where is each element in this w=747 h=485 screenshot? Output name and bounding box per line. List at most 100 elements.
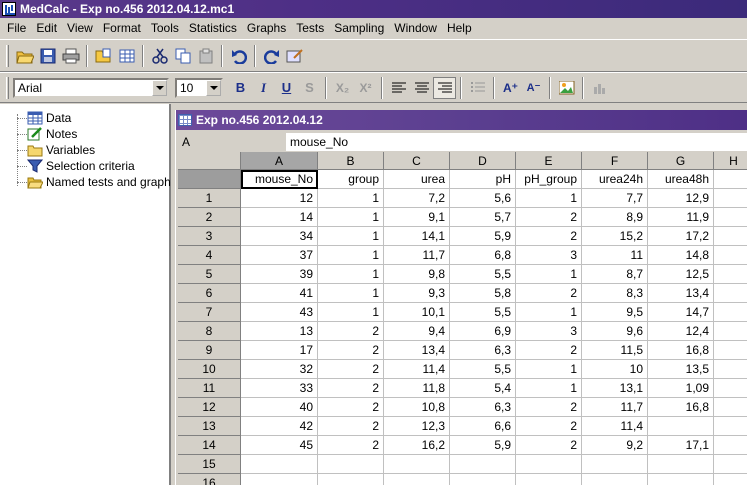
- data-cell[interactable]: 6,8: [450, 246, 516, 265]
- align-center-icon[interactable]: [410, 77, 433, 99]
- data-cell[interactable]: 2: [318, 436, 384, 455]
- column-header-e[interactable]: E: [516, 152, 582, 170]
- row-header[interactable]: 6: [178, 284, 241, 303]
- data-cell[interactable]: 2: [516, 208, 582, 227]
- data-cell[interactable]: 10: [582, 360, 648, 379]
- data-cell[interactable]: 5,4: [450, 379, 516, 398]
- column-header-f[interactable]: F: [582, 152, 648, 170]
- data-cell[interactable]: 14,8: [648, 246, 714, 265]
- data-cell[interactable]: [450, 474, 516, 485]
- redo-icon[interactable]: [260, 45, 283, 67]
- superscript-button[interactable]: X²: [354, 77, 377, 99]
- cell-content-input[interactable]: mouse_No: [286, 133, 747, 151]
- data-cell[interactable]: [450, 455, 516, 474]
- row-header[interactable]: 1: [178, 189, 241, 208]
- data-cell[interactable]: 9,1: [384, 208, 450, 227]
- row-header[interactable]: 15: [178, 455, 241, 474]
- data-cell[interactable]: 1: [318, 265, 384, 284]
- cut-icon[interactable]: [148, 45, 171, 67]
- data-cell[interactable]: 8,9: [582, 208, 648, 227]
- data-cell[interactable]: [318, 455, 384, 474]
- data-cell[interactable]: 9,6: [582, 322, 648, 341]
- edit-image-icon[interactable]: [283, 45, 306, 67]
- variable-name-cell[interactable]: mouse_No: [241, 170, 318, 189]
- data-cell[interactable]: [714, 436, 747, 455]
- open-folder-icon[interactable]: [13, 45, 36, 67]
- menu-tests[interactable]: Tests: [291, 19, 329, 37]
- row-header[interactable]: 5: [178, 265, 241, 284]
- data-cell[interactable]: 43: [241, 303, 318, 322]
- row-header[interactable]: 16: [178, 474, 241, 485]
- data-cell[interactable]: 6,6: [450, 417, 516, 436]
- underline-button[interactable]: U: [275, 77, 298, 99]
- row-header[interactable]: 12: [178, 398, 241, 417]
- data-cell[interactable]: 2: [516, 398, 582, 417]
- subscript-button[interactable]: X₂: [331, 77, 354, 99]
- data-cell[interactable]: 5,5: [450, 265, 516, 284]
- print-icon[interactable]: [59, 45, 82, 67]
- variable-name-cell[interactable]: group: [318, 170, 384, 189]
- data-cell[interactable]: 45: [241, 436, 318, 455]
- data-cell[interactable]: 6,3: [450, 341, 516, 360]
- column-header-d[interactable]: D: [450, 152, 516, 170]
- data-cell[interactable]: [714, 379, 747, 398]
- chevron-down-icon[interactable]: [152, 79, 167, 96]
- data-cell[interactable]: 10,1: [384, 303, 450, 322]
- spreadsheet-icon[interactable]: [178, 114, 192, 126]
- data-cell[interactable]: [582, 455, 648, 474]
- data-cell[interactable]: 14,7: [648, 303, 714, 322]
- data-cell[interactable]: 33: [241, 379, 318, 398]
- row-header[interactable]: 10: [178, 360, 241, 379]
- variable-name-cell[interactable]: pH: [450, 170, 516, 189]
- increase-font-button[interactable]: A⁺: [499, 77, 522, 99]
- data-cell[interactable]: 8,3: [582, 284, 648, 303]
- data-cell[interactable]: 13,4: [384, 341, 450, 360]
- data-cell[interactable]: 5,9: [450, 227, 516, 246]
- data-cell[interactable]: 17,1: [648, 436, 714, 455]
- tree-item-variables[interactable]: Variables: [27, 142, 95, 158]
- menu-file[interactable]: File: [2, 19, 31, 37]
- data-cell[interactable]: 2: [318, 417, 384, 436]
- data-cell[interactable]: 11,8: [384, 379, 450, 398]
- data-cell[interactable]: 2: [318, 360, 384, 379]
- data-cell[interactable]: 7,7: [582, 189, 648, 208]
- title-bar[interactable]: MedCalc - Exp no.456 2012.04.12.mc1: [0, 0, 747, 18]
- data-cell[interactable]: [318, 474, 384, 485]
- data-cell[interactable]: 12,4: [648, 322, 714, 341]
- data-cell[interactable]: 12,9: [648, 189, 714, 208]
- tree-item-data[interactable]: Data: [27, 110, 71, 126]
- spreadsheet-icon[interactable]: [115, 45, 138, 67]
- data-cell[interactable]: 3: [516, 322, 582, 341]
- data-cell[interactable]: 11,9: [648, 208, 714, 227]
- data-cell[interactable]: 13,5: [648, 360, 714, 379]
- column-header-b[interactable]: B: [318, 152, 384, 170]
- bold-button[interactable]: B: [229, 77, 252, 99]
- data-cell[interactable]: [384, 455, 450, 474]
- data-cell[interactable]: [714, 455, 747, 474]
- menu-help[interactable]: Help: [442, 19, 477, 37]
- data-cell[interactable]: [714, 246, 747, 265]
- row-header[interactable]: 9: [178, 341, 241, 360]
- data-cell[interactable]: 14,1: [384, 227, 450, 246]
- data-cell[interactable]: 1: [516, 303, 582, 322]
- data-cell[interactable]: [714, 227, 747, 246]
- data-cell[interactable]: 16,2: [384, 436, 450, 455]
- column-header-c[interactable]: C: [384, 152, 450, 170]
- menu-tools[interactable]: Tools: [146, 19, 184, 37]
- data-cell[interactable]: 7,2: [384, 189, 450, 208]
- toolbar-grip[interactable]: [6, 76, 9, 99]
- data-cell[interactable]: 2: [516, 417, 582, 436]
- row-header[interactable]: 4: [178, 246, 241, 265]
- data-cell[interactable]: [714, 189, 747, 208]
- row-header[interactable]: 14: [178, 436, 241, 455]
- data-cell[interactable]: 1: [318, 284, 384, 303]
- data-cell[interactable]: 1,09: [648, 379, 714, 398]
- data-cell[interactable]: [516, 455, 582, 474]
- column-header-g[interactable]: G: [648, 152, 714, 170]
- data-cell[interactable]: 41: [241, 284, 318, 303]
- data-cell[interactable]: [714, 417, 747, 436]
- data-cell[interactable]: 17,2: [648, 227, 714, 246]
- data-cell[interactable]: [714, 303, 747, 322]
- data-cell[interactable]: [714, 474, 747, 485]
- data-cell[interactable]: [714, 265, 747, 284]
